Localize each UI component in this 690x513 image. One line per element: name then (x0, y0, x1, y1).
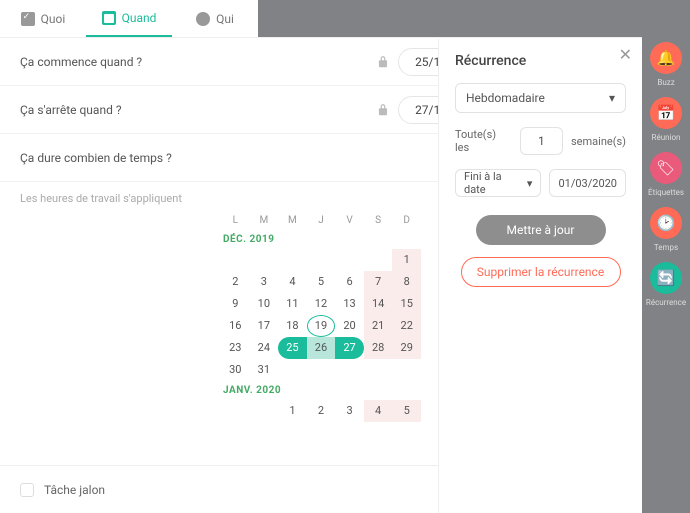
lock-icon (376, 55, 390, 69)
start-question: Ça commence quand ? (20, 55, 368, 69)
milestone-checkbox[interactable] (20, 483, 34, 497)
calendar-icon (102, 11, 116, 25)
tab-quand-label: Quand (122, 11, 157, 25)
calendar-month-2: JANV. 2020 (221, 381, 421, 400)
meeting-button[interactable]: 📅 (650, 97, 682, 129)
calendar[interactable]: LMMJVSD DÉC. 2019 1 2345678 910111213141… (221, 211, 421, 422)
time-button[interactable]: 🕑 (650, 207, 682, 239)
close-icon[interactable]: ✕ (619, 45, 632, 64)
tab-quoi-label: Quoi (41, 12, 66, 26)
calendar-icon: 📅 (657, 104, 676, 122)
recurrence-panel: ✕ Récurrence Hebdomadaire ▾ Toute(s) les… (438, 39, 642, 513)
lock-icon (376, 103, 390, 117)
end-question: Ça s'arrête quand ? (20, 103, 368, 117)
tab-quoi[interactable]: Quoi (0, 0, 86, 37)
tab-qui-label: Qui (216, 12, 234, 26)
person-icon (196, 12, 210, 26)
tag-icon: 🏷 (656, 159, 675, 177)
clock-icon: 🕑 (657, 214, 676, 232)
delete-recurrence-button[interactable]: Supprimer la récurrence (461, 257, 621, 287)
range-start[interactable]: 25 (278, 337, 307, 359)
recurrence-title: Récurrence (455, 53, 626, 69)
refresh-icon: 🔄 (657, 269, 676, 287)
checklist-icon (21, 12, 35, 26)
duration-question: Ça dure combien de temps ? (20, 151, 444, 165)
side-toolbar: 🔔 Buzz 📅 Réunion 🏷 Étiquettes 🕑 Temps 🔄 … (642, 0, 690, 513)
tab-quand[interactable]: Quand (86, 0, 172, 37)
calendar-month-1: DÉC. 2019 (221, 230, 421, 249)
frequency-select[interactable]: Hebdomadaire ▾ (455, 83, 626, 113)
end-mode-select[interactable]: Fini à la date ▾ (455, 169, 541, 197)
interval-input[interactable]: 1 (520, 127, 563, 155)
buzz-button[interactable]: 🔔 (650, 42, 682, 74)
update-button[interactable]: Mettre à jour (476, 215, 606, 245)
tab-qui[interactable]: Qui (172, 0, 258, 37)
bell-icon: 🔔 (657, 49, 676, 67)
chevron-down-icon: ▾ (609, 91, 615, 105)
tags-button[interactable]: 🏷 (650, 152, 682, 184)
chevron-down-icon: ▾ (527, 177, 533, 190)
recurrence-button[interactable]: 🔄 (650, 262, 682, 294)
end-date-input[interactable]: 01/03/2020 (549, 169, 626, 197)
tabs-spacer (258, 0, 642, 37)
range-end[interactable]: 27 (335, 337, 364, 359)
milestone-label: Tâche jalon (44, 483, 105, 497)
calendar-today[interactable]: 19 (307, 315, 336, 337)
